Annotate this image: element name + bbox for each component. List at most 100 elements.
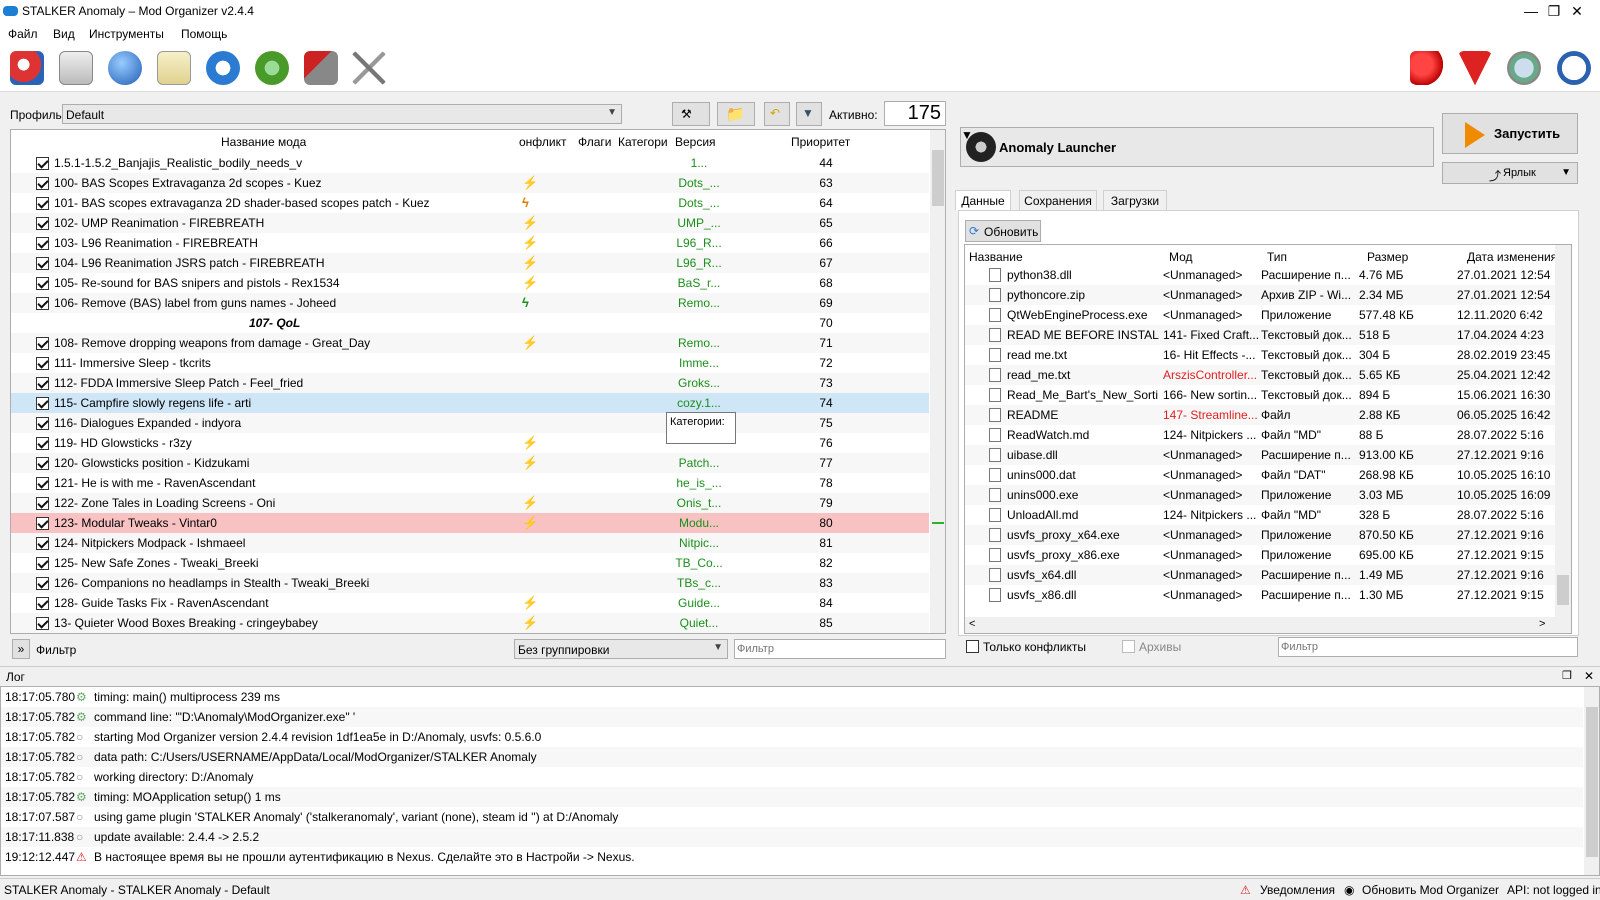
mod-row[interactable]: 108- Remove dropping weapons from damage… <box>11 333 929 353</box>
notifications-warning-icon[interactable] <box>1458 51 1492 85</box>
scrollbar-thumb[interactable] <box>1557 575 1569 605</box>
file-row[interactable]: python38.dll <Unmanaged> Расширение п... 4.… <box>965 265 1555 285</box>
executables-gear-icon[interactable] <box>255 51 289 85</box>
log-list[interactable]: 18:17:05.780 ⚙ timing: main() multiprocess… <box>0 686 1600 876</box>
close-icon[interactable]: ✕ <box>1584 669 1594 683</box>
file-row[interactable]: read_me.txt ArszisController... Текстовый … <box>965 365 1555 385</box>
refresh-button[interactable]: ⟳ Обновить <box>965 220 1041 242</box>
menu-file[interactable]: Файл <box>8 27 38 41</box>
mod-row[interactable]: 119- HD Glowsticks - r3zy ⚡ 76 <box>11 433 929 453</box>
file-row[interactable]: usvfs_x64.dll <Unmanaged> Расширение п... 1… <box>965 565 1555 585</box>
help-icon[interactable] <box>1557 51 1591 85</box>
header-version[interactable]: Версия <box>675 130 735 154</box>
mod-row[interactable]: 115- Campfire slowly regens life - arti c… <box>11 393 929 413</box>
profiles-icon[interactable] <box>157 51 191 85</box>
file-row[interactable]: read me.txt 16- Hit Effects -... Текстовый… <box>965 345 1555 365</box>
log-row[interactable]: 18:17:07.587 ○ using game plugin 'STALKER … <box>1 807 1583 827</box>
change-instance-icon[interactable] <box>10 51 44 85</box>
tools-icon[interactable] <box>304 51 338 85</box>
file-table-scrollbar[interactable] <box>1555 245 1571 617</box>
log-row[interactable]: 18:17:05.782 ○ working directory: D:/Anoma… <box>1 767 1583 787</box>
mod-enabled-checkbox[interactable] <box>36 357 49 370</box>
file-table-hscrollbar[interactable]: < > <box>965 617 1571 633</box>
install-mod-icon[interactable] <box>59 51 93 85</box>
file-row[interactable]: pythoncore.zip <Unmanaged> Архив ZIP - Wi.… <box>965 285 1555 305</box>
mod-row[interactable]: 124- Nitpickers Modpack - Ishmaeel Nitpic… <box>11 533 929 553</box>
log-scrollbar[interactable] <box>1584 687 1599 875</box>
close-button[interactable]: ✕ <box>1554 0 1600 24</box>
log-row[interactable]: 18:17:05.782 ○ starting Mod Organizer vers… <box>1 727 1583 747</box>
nexus-globe-icon[interactable] <box>108 51 142 85</box>
mod-enabled-checkbox[interactable] <box>36 577 49 590</box>
status-notifications[interactable]: Уведомления <box>1260 883 1335 897</box>
mod-enabled-checkbox[interactable] <box>36 557 49 570</box>
status-update[interactable]: Обновить Mod Organizer <box>1362 883 1499 897</box>
mod-row[interactable]: 120- Glowsticks position - Kidzukami ⚡ Pat… <box>11 453 929 473</box>
mod-row[interactable]: 1.5.1-1.5.2_Banjajis_Realistic_bodily_ne… <box>11 153 929 173</box>
mod-row[interactable]: 126- Companions no headlamps in Stealth … <box>11 573 929 593</box>
mod-enabled-checkbox[interactable] <box>36 537 49 550</box>
header-priority[interactable]: Приоритет <box>791 130 871 154</box>
mod-enabled-checkbox[interactable] <box>36 177 49 190</box>
mod-row[interactable]: 122- Zone Tales in Loading Screens - Oni… <box>11 493 929 513</box>
mod-enabled-checkbox[interactable] <box>36 397 49 410</box>
mod-actions-button[interactable]: ⚒ <box>672 102 710 126</box>
shortcut-button[interactable]: ⤴ Ярлык ▼ <box>1442 162 1578 184</box>
mod-row[interactable]: 125- New Safe Zones - Tweaki_Breeki TB_Co… <box>11 553 929 573</box>
tab-downloads[interactable]: Загрузки <box>1103 190 1167 211</box>
undock-icon[interactable]: ❐ <box>1562 669 1572 682</box>
menu-tools[interactable]: Инструменты <box>89 27 164 41</box>
tab-data[interactable]: Данные <box>955 190 1011 211</box>
mod-enabled-checkbox[interactable] <box>36 297 49 310</box>
open-folder-button[interactable]: 📁 <box>717 102 755 126</box>
mod-enabled-checkbox[interactable] <box>36 377 49 390</box>
scrollbar-thumb[interactable] <box>1586 707 1598 857</box>
mod-row[interactable]: 128- Guide Tasks Fix - RavenAscendant ⚡ Gu… <box>11 593 929 613</box>
mod-list-scrollbar[interactable] <box>930 130 945 633</box>
file-row[interactable]: UnloadAll.md 124- Nitpickers ... Файл "MD"… <box>965 505 1555 525</box>
filter-toggle-button[interactable]: » <box>12 639 30 659</box>
mod-enabled-checkbox[interactable] <box>36 217 49 230</box>
executable-select[interactable]: Anomaly Launcher ▼ <box>960 127 1434 167</box>
mod-enabled-checkbox[interactable] <box>36 237 49 250</box>
file-row[interactable]: usvfs_proxy_x64.exe <Unmanaged> Приложение… <box>965 525 1555 545</box>
mod-enabled-checkbox[interactable] <box>36 277 49 290</box>
mod-row[interactable]: 123- Modular Tweaks - Vintar0 ⚡ Modu... 80 <box>11 513 929 533</box>
header-category[interactable]: Категори <box>618 130 674 154</box>
mod-row[interactable]: 100- BAS Scopes Extravaganza 2d scopes -… <box>11 173 929 193</box>
mod-enabled-checkbox[interactable] <box>36 457 49 470</box>
archives-checkbox[interactable] <box>1122 640 1135 653</box>
log-row[interactable]: 18:17:11.838 ○ update available: 2.4.4 -> … <box>1 827 1583 847</box>
file-row[interactable]: usvfs_proxy_x86.exe <Unmanaged> Приложение… <box>965 545 1555 565</box>
file-row[interactable]: uibase.dll <Unmanaged> Расширение п... 913.… <box>965 445 1555 465</box>
mod-row[interactable]: 103- L96 Reanimation - FIREBREATH ⚡ L96_R.… <box>11 233 929 253</box>
mod-row[interactable]: 121- He is with me - RavenAscendant he_is… <box>11 473 929 493</box>
mod-enabled-checkbox[interactable] <box>36 597 49 610</box>
log-row[interactable]: 18:17:05.780 ⚙ timing: main() multiprocess… <box>1 687 1583 707</box>
mod-enabled-checkbox[interactable] <box>36 617 49 630</box>
chevron-right-icon[interactable]: > <box>1539 618 1545 630</box>
header-conflicts[interactable]: онфликт <box>519 130 575 154</box>
mod-row[interactable]: 101- BAS scopes extravaganza 2D shader-b… <box>11 193 929 213</box>
update-globe-icon[interactable] <box>1507 51 1541 85</box>
file-row[interactable]: QtWebEngineProcess.exe <Unmanaged> Приложе… <box>965 305 1555 325</box>
grouping-select[interactable]: Без группировки ▼ <box>514 639 728 659</box>
log-row[interactable]: 19:12:12.447 ⚠ В настоящее время вы не про… <box>1 847 1583 867</box>
mod-row[interactable]: 104- L96 Reanimation JSRS patch - FIREBR… <box>11 253 929 273</box>
mod-row[interactable]: 111- Immersive Sleep - tkcrits Imme... 72 <box>11 353 929 373</box>
mod-enabled-checkbox[interactable] <box>36 157 49 170</box>
mod-enabled-checkbox[interactable] <box>36 477 49 490</box>
file-row[interactable]: usvfs_x86.dll <Unmanaged> Расширение п... 1… <box>965 585 1555 605</box>
chevron-left-icon[interactable]: < <box>969 618 975 630</box>
header-flags[interactable]: Флаги <box>578 130 618 154</box>
tab-saves[interactable]: Сохранения <box>1019 190 1097 211</box>
file-row[interactable]: unins000.exe <Unmanaged> Приложение 3.03 МБ… <box>965 485 1555 505</box>
mod-enabled-checkbox[interactable] <box>36 517 49 530</box>
log-row[interactable]: 18:17:05.782 ⚙ command line: '"D:\Anomaly\… <box>1 707 1583 727</box>
file-row[interactable]: unins000.dat <Unmanaged> Файл "DAT" 268.98 … <box>965 465 1555 485</box>
mod-filter-input[interactable] <box>734 639 946 659</box>
settings-wrench-icon[interactable] <box>352 51 386 85</box>
mod-row[interactable]: 102- UMP Reanimation - FIREBREATH ⚡ UMP_..… <box>11 213 929 233</box>
menu-view[interactable]: Вид <box>53 27 75 41</box>
log-row[interactable]: 18:17:05.782 ⚙ timing: MOApplication setup… <box>1 787 1583 807</box>
